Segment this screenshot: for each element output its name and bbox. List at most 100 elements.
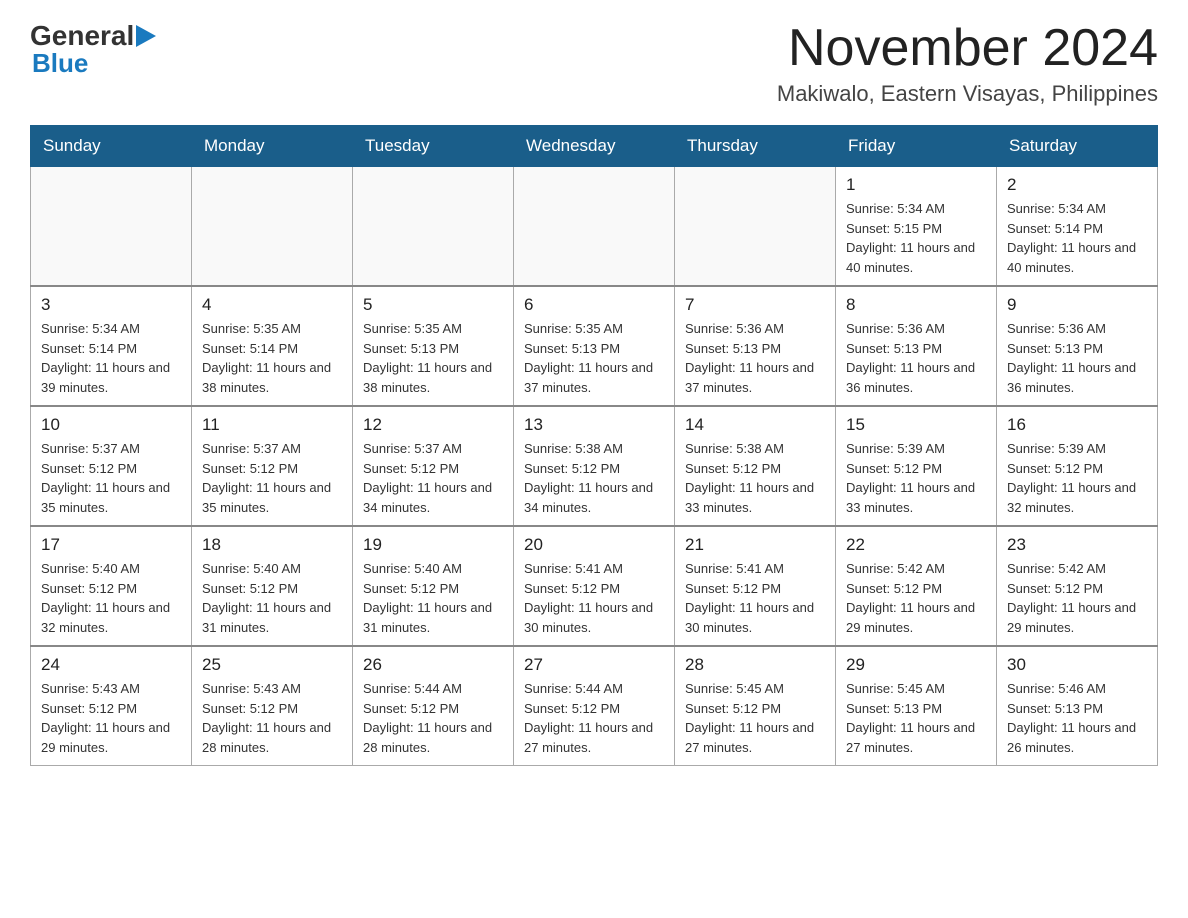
month-title: November 2024: [777, 20, 1158, 77]
calendar-cell: 12 Sunrise: 5:37 AM Sunset: 5:12 PM Dayli…: [353, 406, 514, 526]
calendar-cell: 22 Sunrise: 5:42 AM Sunset: 5:12 PM Dayli…: [836, 526, 997, 646]
calendar-cell: 26 Sunrise: 5:44 AM Sunset: 5:12 PM Dayli…: [353, 646, 514, 766]
calendar-cell: 19 Sunrise: 5:40 AM Sunset: 5:12 PM Dayli…: [353, 526, 514, 646]
page-header: General Blue November 2024 Makiwalo, Eas…: [30, 20, 1158, 107]
calendar-cell: 30Sunrise: 5:46 AM Sunset: 5:13 PM Dayli…: [997, 646, 1158, 766]
day-info: Sunrise: 5:41 AM Sunset: 5:12 PM Dayligh…: [685, 559, 825, 637]
day-number: 5: [363, 295, 503, 315]
logo-arrow-icon: [136, 25, 162, 47]
calendar-cell: 14Sunrise: 5:38 AM Sunset: 5:12 PM Dayli…: [675, 406, 836, 526]
day-info: Sunrise: 5:45 AM Sunset: 5:13 PM Dayligh…: [846, 679, 986, 757]
calendar-cell: 7 Sunrise: 5:36 AM Sunset: 5:13 PM Daylig…: [675, 286, 836, 406]
day-info: Sunrise: 5:36 AM Sunset: 5:13 PM Dayligh…: [685, 319, 825, 397]
day-number: 12: [363, 415, 503, 435]
day-header-sunday: Sunday: [31, 126, 192, 167]
calendar-cell: 23Sunrise: 5:42 AM Sunset: 5:12 PM Dayli…: [997, 526, 1158, 646]
day-info: Sunrise: 5:34 AM Sunset: 5:14 PM Dayligh…: [41, 319, 181, 397]
day-number: 26: [363, 655, 503, 675]
calendar-week-row: 17 Sunrise: 5:40 AM Sunset: 5:12 PM Dayli…: [31, 526, 1158, 646]
calendar-cell: 6 Sunrise: 5:35 AM Sunset: 5:13 PM Daylig…: [514, 286, 675, 406]
calendar-table: SundayMondayTuesdayWednesdayThursdayFrid…: [30, 125, 1158, 766]
day-header-wednesday: Wednesday: [514, 126, 675, 167]
location: Makiwalo, Eastern Visayas, Philippines: [777, 81, 1158, 107]
calendar-cell: [353, 167, 514, 287]
day-number: 20: [524, 535, 664, 555]
calendar-cell: 1 Sunrise: 5:34 AM Sunset: 5:15 PM Daylig…: [836, 167, 997, 287]
day-info: Sunrise: 5:39 AM Sunset: 5:12 PM Dayligh…: [846, 439, 986, 517]
day-header-friday: Friday: [836, 126, 997, 167]
day-info: Sunrise: 5:42 AM Sunset: 5:12 PM Dayligh…: [1007, 559, 1147, 637]
calendar-cell: 27 Sunrise: 5:44 AM Sunset: 5:12 PM Dayli…: [514, 646, 675, 766]
calendar-cell: 3Sunrise: 5:34 AM Sunset: 5:14 PM Daylig…: [31, 286, 192, 406]
calendar-cell: 16 Sunrise: 5:39 AM Sunset: 5:12 PM Dayli…: [997, 406, 1158, 526]
day-number: 7: [685, 295, 825, 315]
day-info: Sunrise: 5:45 AM Sunset: 5:12 PM Dayligh…: [685, 679, 825, 757]
day-number: 13: [524, 415, 664, 435]
day-number: 2: [1007, 175, 1147, 195]
calendar-cell: [675, 167, 836, 287]
day-number: 17: [41, 535, 181, 555]
calendar-cell: 10Sunrise: 5:37 AM Sunset: 5:12 PM Dayli…: [31, 406, 192, 526]
day-info: Sunrise: 5:42 AM Sunset: 5:12 PM Dayligh…: [846, 559, 986, 637]
day-number: 9: [1007, 295, 1147, 315]
day-info: Sunrise: 5:40 AM Sunset: 5:12 PM Dayligh…: [363, 559, 503, 637]
calendar-cell: 11 Sunrise: 5:37 AM Sunset: 5:12 PM Dayli…: [192, 406, 353, 526]
day-info: Sunrise: 5:44 AM Sunset: 5:12 PM Dayligh…: [524, 679, 664, 757]
calendar-cell: 17 Sunrise: 5:40 AM Sunset: 5:12 PM Dayli…: [31, 526, 192, 646]
day-number: 1: [846, 175, 986, 195]
calendar-cell: 4 Sunrise: 5:35 AM Sunset: 5:14 PM Daylig…: [192, 286, 353, 406]
day-number: 30: [1007, 655, 1147, 675]
day-number: 8: [846, 295, 986, 315]
calendar-cell: 29 Sunrise: 5:45 AM Sunset: 5:13 PM Dayli…: [836, 646, 997, 766]
day-info: Sunrise: 5:43 AM Sunset: 5:12 PM Dayligh…: [202, 679, 342, 757]
day-number: 22: [846, 535, 986, 555]
day-number: 10: [41, 415, 181, 435]
day-info: Sunrise: 5:40 AM Sunset: 5:12 PM Dayligh…: [41, 559, 181, 637]
day-number: 11: [202, 415, 342, 435]
calendar-cell: 25 Sunrise: 5:43 AM Sunset: 5:12 PM Dayli…: [192, 646, 353, 766]
calendar-cell: [192, 167, 353, 287]
day-info: Sunrise: 5:44 AM Sunset: 5:12 PM Dayligh…: [363, 679, 503, 757]
day-info: Sunrise: 5:38 AM Sunset: 5:12 PM Dayligh…: [685, 439, 825, 517]
calendar-header-row: SundayMondayTuesdayWednesdayThursdayFrid…: [31, 126, 1158, 167]
day-number: 6: [524, 295, 664, 315]
day-info: Sunrise: 5:35 AM Sunset: 5:13 PM Dayligh…: [363, 319, 503, 397]
day-number: 27: [524, 655, 664, 675]
day-number: 16: [1007, 415, 1147, 435]
calendar-cell: 5 Sunrise: 5:35 AM Sunset: 5:13 PM Daylig…: [353, 286, 514, 406]
calendar-cell: 28 Sunrise: 5:45 AM Sunset: 5:12 PM Dayli…: [675, 646, 836, 766]
calendar-cell: 21 Sunrise: 5:41 AM Sunset: 5:12 PM Dayli…: [675, 526, 836, 646]
day-number: 24: [41, 655, 181, 675]
day-info: Sunrise: 5:35 AM Sunset: 5:13 PM Dayligh…: [524, 319, 664, 397]
calendar-cell: 8Sunrise: 5:36 AM Sunset: 5:13 PM Daylig…: [836, 286, 997, 406]
logo-blue: Blue: [30, 48, 88, 79]
calendar-cell: 18Sunrise: 5:40 AM Sunset: 5:12 PM Dayli…: [192, 526, 353, 646]
day-header-tuesday: Tuesday: [353, 126, 514, 167]
day-info: Sunrise: 5:38 AM Sunset: 5:12 PM Dayligh…: [524, 439, 664, 517]
calendar-cell: 20Sunrise: 5:41 AM Sunset: 5:12 PM Dayli…: [514, 526, 675, 646]
day-info: Sunrise: 5:36 AM Sunset: 5:13 PM Dayligh…: [1007, 319, 1147, 397]
day-number: 28: [685, 655, 825, 675]
calendar-week-row: 24 Sunrise: 5:43 AM Sunset: 5:12 PM Dayli…: [31, 646, 1158, 766]
day-header-saturday: Saturday: [997, 126, 1158, 167]
day-number: 15: [846, 415, 986, 435]
day-number: 25: [202, 655, 342, 675]
day-number: 29: [846, 655, 986, 675]
day-info: Sunrise: 5:37 AM Sunset: 5:12 PM Dayligh…: [202, 439, 342, 517]
day-header-monday: Monday: [192, 126, 353, 167]
calendar-cell: [31, 167, 192, 287]
day-number: 4: [202, 295, 342, 315]
calendar-cell: 13 Sunrise: 5:38 AM Sunset: 5:12 PM Dayli…: [514, 406, 675, 526]
day-info: Sunrise: 5:35 AM Sunset: 5:14 PM Dayligh…: [202, 319, 342, 397]
day-number: 21: [685, 535, 825, 555]
day-info: Sunrise: 5:39 AM Sunset: 5:12 PM Dayligh…: [1007, 439, 1147, 517]
calendar-cell: 9 Sunrise: 5:36 AM Sunset: 5:13 PM Daylig…: [997, 286, 1158, 406]
day-number: 19: [363, 535, 503, 555]
title-section: November 2024 Makiwalo, Eastern Visayas,…: [777, 20, 1158, 107]
calendar-week-row: 3Sunrise: 5:34 AM Sunset: 5:14 PM Daylig…: [31, 286, 1158, 406]
day-info: Sunrise: 5:34 AM Sunset: 5:14 PM Dayligh…: [1007, 199, 1147, 277]
day-info: Sunrise: 5:34 AM Sunset: 5:15 PM Dayligh…: [846, 199, 986, 277]
day-header-thursday: Thursday: [675, 126, 836, 167]
calendar-cell: 15 Sunrise: 5:39 AM Sunset: 5:12 PM Dayli…: [836, 406, 997, 526]
day-info: Sunrise: 5:37 AM Sunset: 5:12 PM Dayligh…: [363, 439, 503, 517]
